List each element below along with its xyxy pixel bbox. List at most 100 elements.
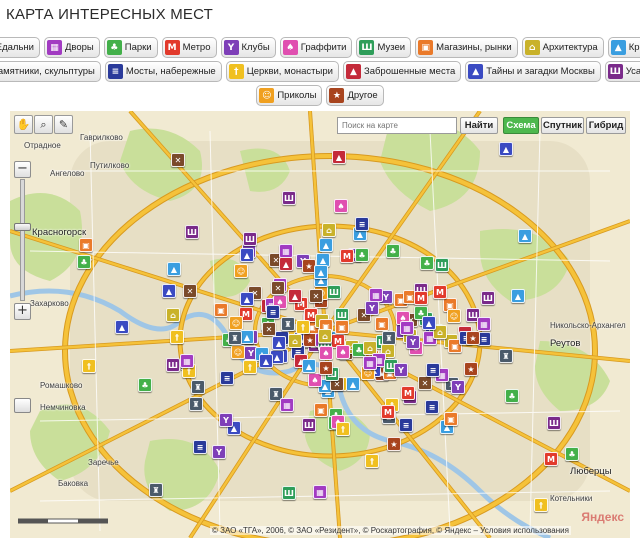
- map-marker-smiley[interactable]: ☺: [234, 264, 248, 278]
- interactive-map[interactable]: Гаврилково Отрадное Путилково Ангелово Красн…: [10, 111, 630, 538]
- map-marker-architecture[interactable]: ⌂: [318, 329, 332, 343]
- map-marker-bridge[interactable]: ≡: [399, 418, 413, 432]
- zoom-track[interactable]: [20, 179, 25, 301]
- map-marker-courtyard[interactable]: ▦: [477, 317, 491, 331]
- map-marker-manor[interactable]: Ш: [481, 291, 495, 305]
- category-filter-bridge[interactable]: ≡ Мосты, набережные: [104, 61, 222, 82]
- map-marker-shop[interactable]: ▣: [375, 317, 389, 331]
- map-marker-courtyard[interactable]: ▦: [313, 485, 327, 499]
- category-filter-monument[interactable]: ♜Памятники, скульптуры: [0, 61, 101, 82]
- map-marker-mystery[interactable]: ▲: [162, 284, 176, 298]
- map-marker-courtyard[interactable]: ▦: [363, 356, 377, 370]
- map-marker-metro[interactable]: M: [433, 285, 447, 299]
- map-marker-spray[interactable]: ♠: [334, 199, 348, 213]
- map-marker-bridge[interactable]: ≡: [193, 440, 207, 454]
- map-marker-bridge[interactable]: ≡: [425, 400, 439, 414]
- map-marker-cocktail[interactable]: Y: [219, 413, 233, 427]
- map-marker-shop[interactable]: ▣: [79, 238, 93, 252]
- map-marker-bridge[interactable]: ≡: [355, 217, 369, 231]
- map-marker-star[interactable]: ★: [387, 437, 401, 451]
- map-marker-fork-knife[interactable]: ✕: [262, 322, 276, 336]
- map-search-input[interactable]: [337, 117, 457, 134]
- map-marker-church[interactable]: †: [365, 454, 379, 468]
- map-marker-church[interactable]: †: [336, 422, 350, 436]
- map-marker-shop[interactable]: ▣: [335, 320, 349, 334]
- map-marker-courtyard[interactable]: ▦: [279, 244, 293, 258]
- map-marker-manor[interactable]: Ш: [243, 232, 257, 246]
- map-marker-bridge[interactable]: ≡: [266, 305, 280, 319]
- map-marker-smiley[interactable]: ☺: [231, 345, 245, 359]
- map-marker-monument[interactable]: ♜: [382, 331, 396, 345]
- map-marker-roof[interactable]: ▲: [167, 262, 181, 276]
- map-marker-cocktail[interactable]: Y: [406, 335, 420, 349]
- map-marker-fork-knife[interactable]: ✕: [171, 153, 185, 167]
- map-marker-tree[interactable]: ♣: [565, 447, 579, 461]
- map-marker-monument[interactable]: ♜: [191, 380, 205, 394]
- map-marker-star[interactable]: ★: [319, 361, 333, 375]
- map-marker-fork-knife[interactable]: ✕: [418, 376, 432, 390]
- map-marker-fork-knife[interactable]: ✕: [309, 289, 323, 303]
- map-marker-mystery[interactable]: ▲: [240, 248, 254, 262]
- map-marker-architecture[interactable]: ⌂: [288, 334, 302, 348]
- map-marker-monument[interactable]: ♜: [499, 349, 513, 363]
- category-filter-fork-knife[interactable]: ✕Едальни: [0, 37, 40, 58]
- hybrid-toggle[interactable]: Гибрид: [586, 117, 626, 134]
- map-marker-cocktail[interactable]: Y: [212, 445, 226, 459]
- layers-icon[interactable]: [14, 398, 31, 413]
- category-filter-smiley[interactable]: ☺ Приколы: [256, 85, 323, 106]
- hand-drag-tool-icon[interactable]: ✋: [14, 115, 33, 134]
- map-marker-smiley[interactable]: ☺: [229, 316, 243, 330]
- map-marker-museum[interactable]: Ш: [435, 258, 449, 272]
- map-marker-metro[interactable]: M: [401, 386, 415, 400]
- map-marker-courtyard[interactable]: ▦: [180, 354, 194, 368]
- map-marker-mystery[interactable]: ▲: [422, 316, 436, 330]
- map-marker-manor[interactable]: Ш: [185, 225, 199, 239]
- map-marker-church[interactable]: †: [243, 360, 257, 374]
- category-filter-tree[interactable]: ♣ Парки: [103, 37, 158, 58]
- map-marker-roof[interactable]: ▲: [240, 330, 254, 344]
- map-marker-courtyard[interactable]: ▦: [369, 288, 383, 302]
- map-marker-roof[interactable]: ▲: [511, 289, 525, 303]
- map-marker-church[interactable]: †: [170, 330, 184, 344]
- category-filter-star[interactable]: ★ Другое: [326, 85, 384, 106]
- map-marker-manor[interactable]: Ш: [166, 358, 180, 372]
- map-marker-museum[interactable]: Ш: [282, 486, 296, 500]
- zoom-in-button[interactable]: +: [14, 303, 31, 320]
- map-marker-cocktail[interactable]: Y: [394, 363, 408, 377]
- map-marker-shop[interactable]: ▣: [214, 303, 228, 317]
- map-marker-tree[interactable]: ♣: [420, 256, 434, 270]
- map-marker-monument[interactable]: ♜: [189, 397, 203, 411]
- map-marker-shop[interactable]: ▣: [314, 403, 328, 417]
- category-filter-courtyard[interactable]: ▦ Дворы: [43, 37, 100, 58]
- find-button[interactable]: Найти: [460, 117, 498, 134]
- category-filter-roof[interactable]: ▲Крыши: [607, 37, 640, 58]
- map-marker-courtyard[interactable]: ▦: [400, 321, 414, 335]
- scheme-toggle[interactable]: Схема: [503, 117, 539, 134]
- category-filter-shop[interactable]: ▣ Магазины, рынки: [415, 37, 518, 58]
- zoom-out-button[interactable]: −: [14, 161, 31, 178]
- map-marker-bridge[interactable]: ≡: [220, 371, 234, 385]
- map-marker-cocktail[interactable]: Y: [365, 301, 379, 315]
- map-marker-fork-knife[interactable]: ✕: [183, 284, 197, 298]
- map-marker-mystery[interactable]: ▲: [240, 292, 254, 306]
- map-marker-monument[interactable]: ♜: [149, 483, 163, 497]
- map-marker-metro[interactable]: M: [381, 405, 395, 419]
- map-marker-mystery[interactable]: ▲: [115, 320, 129, 334]
- map-marker-metro[interactable]: M: [340, 249, 354, 263]
- map-marker-spray[interactable]: ♠: [319, 346, 333, 360]
- map-marker-architecture[interactable]: ⌂: [166, 308, 180, 322]
- ruler-tool-icon[interactable]: ✎: [54, 115, 73, 134]
- map-marker-cocktail[interactable]: Y: [451, 380, 465, 394]
- map-marker-tree[interactable]: ♣: [138, 378, 152, 392]
- map-marker-mystery[interactable]: ▲: [272, 336, 286, 350]
- category-filter-mystery[interactable]: ▲ Тайны и загадки Москвы: [465, 61, 601, 82]
- map-marker-courtyard[interactable]: ▦: [280, 398, 294, 412]
- map-marker-bridge[interactable]: ≡: [426, 363, 440, 377]
- map-marker-architecture[interactable]: ⌂: [322, 223, 336, 237]
- map-marker-spray[interactable]: ♠: [308, 373, 322, 387]
- map-marker-spray[interactable]: ♠: [336, 345, 350, 359]
- copyright-notice[interactable]: © ЗАО «ТГА», 2006, © ЗАО «Резидент», © Р…: [210, 526, 571, 535]
- map-marker-tree[interactable]: ♣: [355, 248, 369, 262]
- map-marker-abandoned[interactable]: ▲: [332, 150, 346, 164]
- map-marker-monument[interactable]: ♜: [281, 317, 295, 331]
